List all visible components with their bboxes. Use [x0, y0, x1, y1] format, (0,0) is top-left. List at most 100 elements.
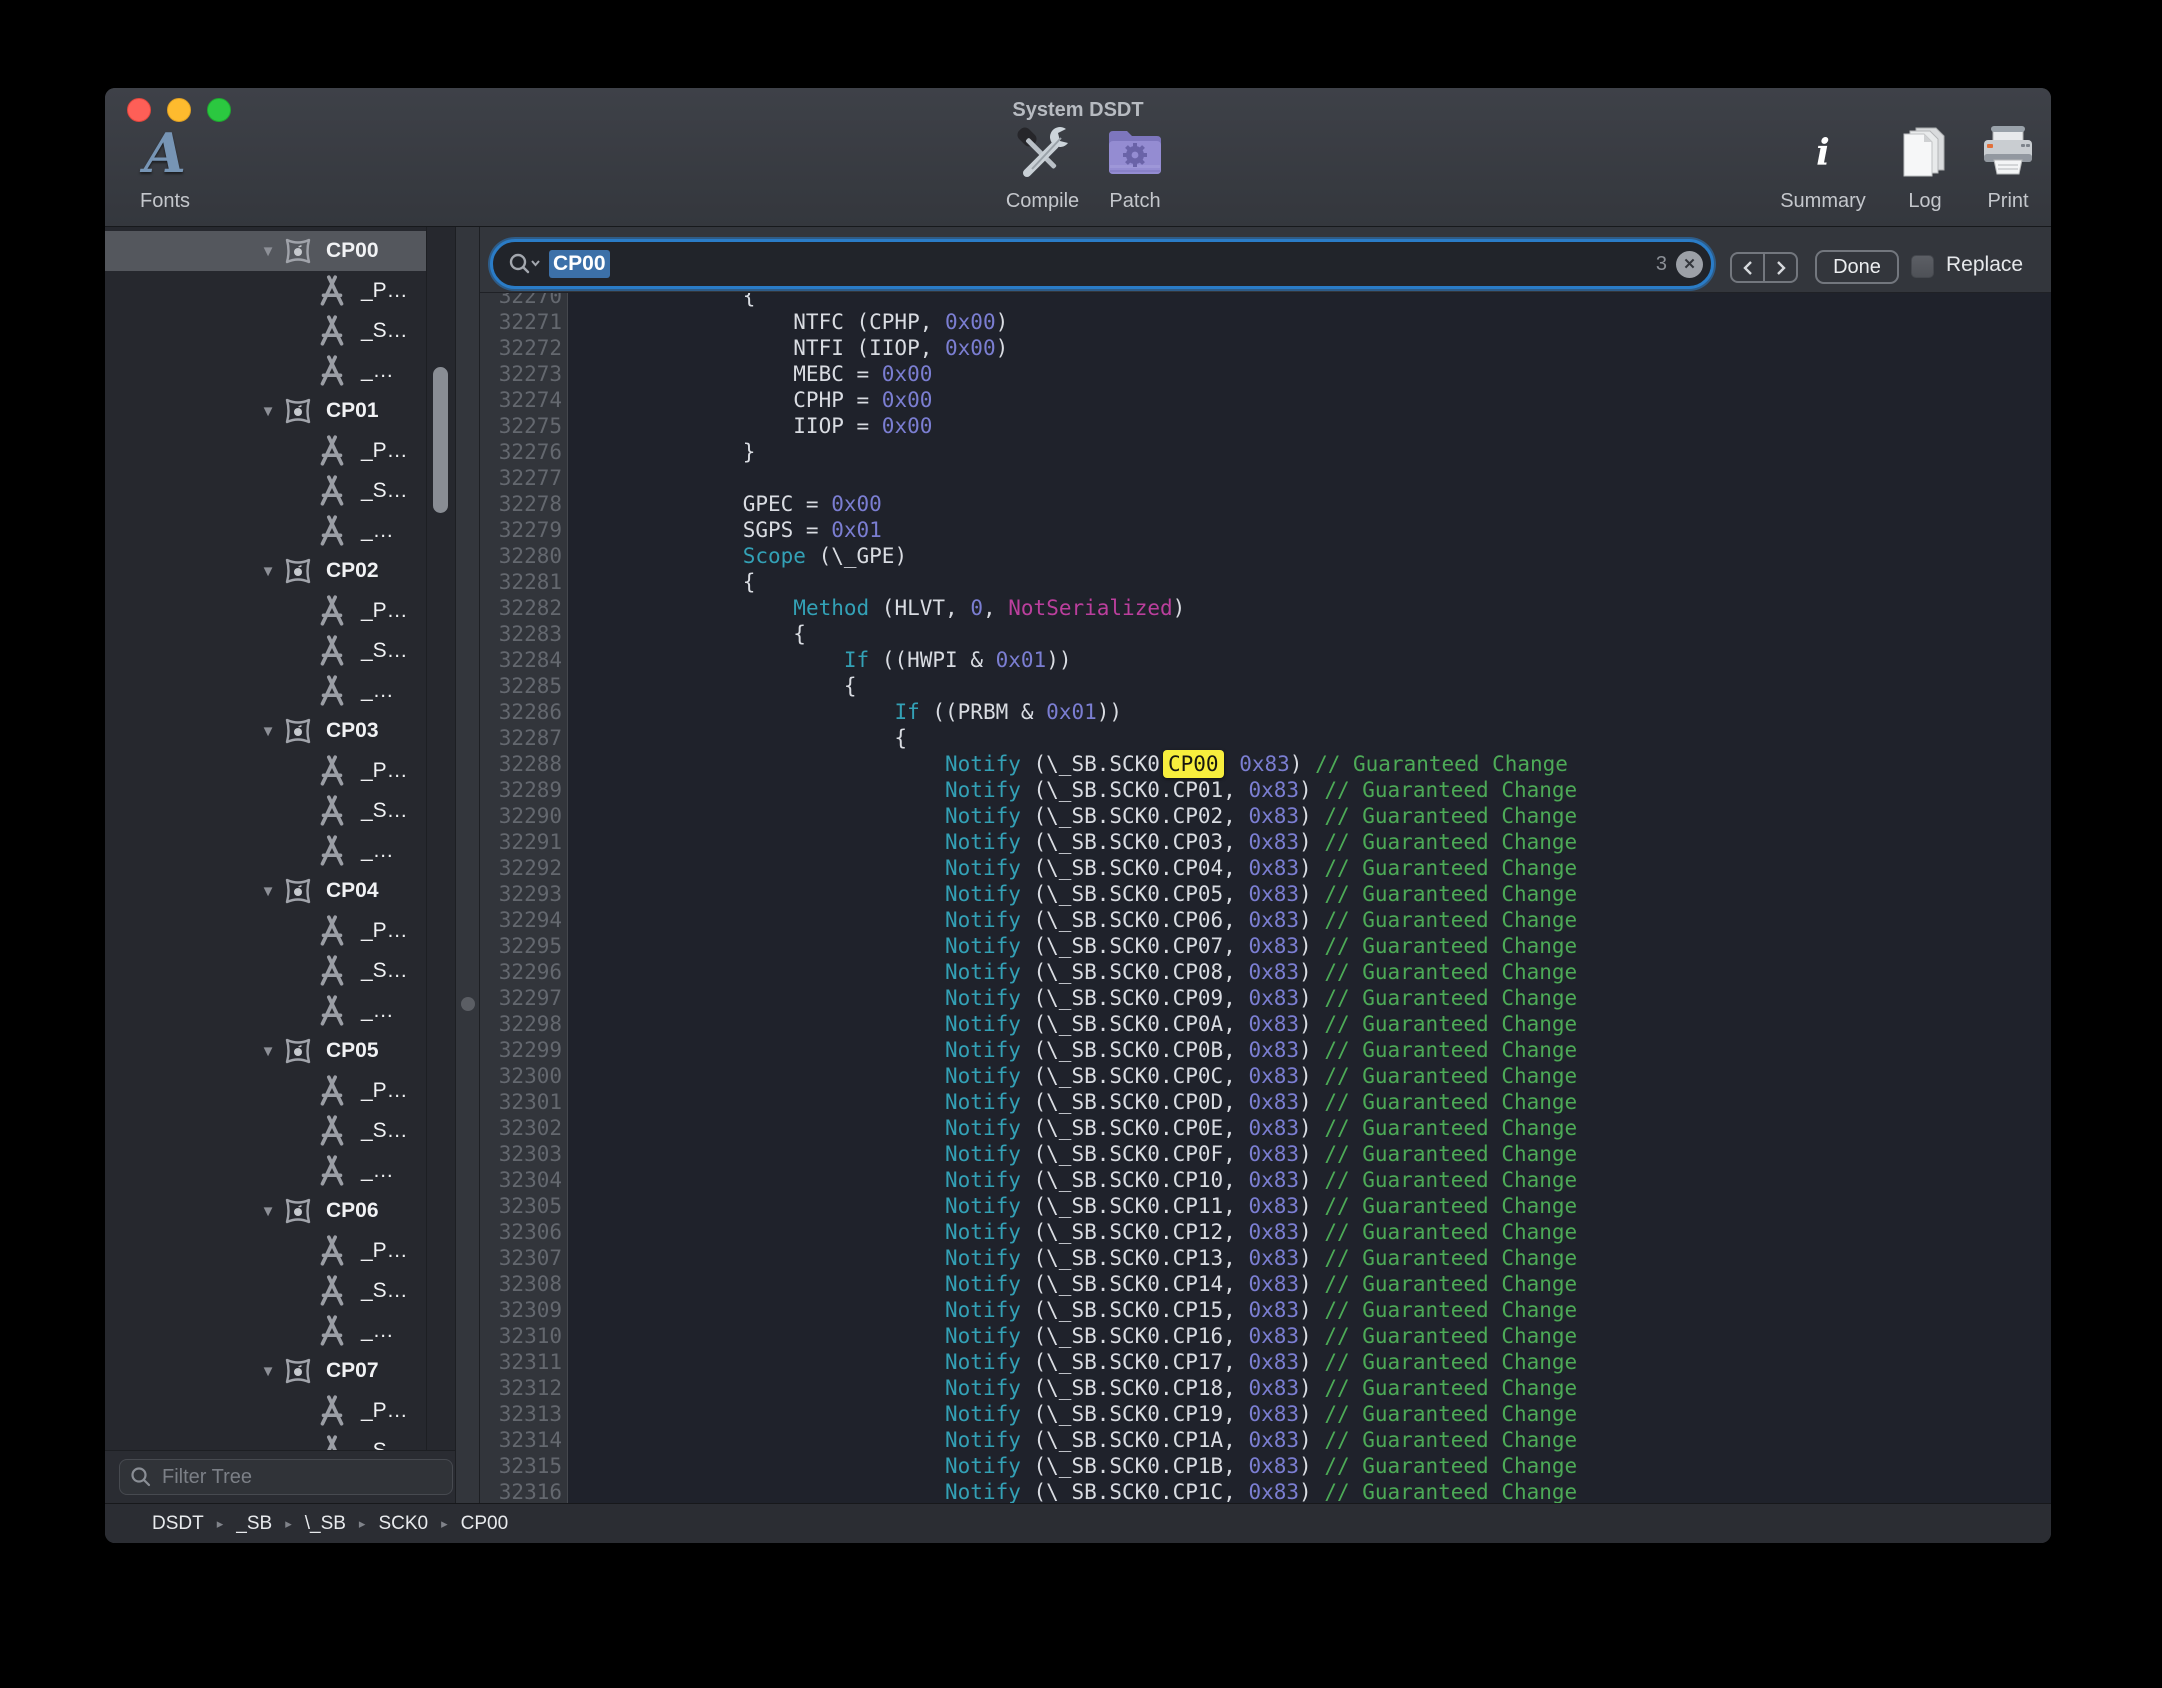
search-icon — [130, 1466, 152, 1488]
tree-row-method[interactable]: _… — [105, 351, 426, 391]
tree-row-method[interactable]: _… — [105, 1311, 426, 1351]
scope-icon — [282, 715, 314, 747]
method-a-icon — [315, 954, 349, 988]
tree-item-label: _S… — [361, 1439, 408, 1450]
method-a-icon — [315, 1114, 349, 1148]
tree-row-scope[interactable]: ▼ CP05 — [105, 1031, 426, 1071]
clear-search-button[interactable]: ✕ — [1676, 251, 1703, 278]
disclosure-triangle-icon[interactable]: ▼ — [260, 1363, 276, 1380]
scope-icon — [282, 395, 314, 427]
sidebar-scrollbar[interactable] — [426, 227, 455, 1450]
tree-row-method[interactable]: _P… — [105, 1231, 426, 1271]
find-input[interactable]: CP00 3 ✕ — [490, 239, 1714, 289]
tree-row-scope[interactable]: ▼ CP06 — [105, 1191, 426, 1231]
tree-item-label: _… — [361, 1319, 394, 1343]
tree-item-label: _S… — [361, 479, 408, 503]
scope-icon — [282, 555, 314, 587]
tree-row-method[interactable]: _P… — [105, 1071, 426, 1111]
replace-checkbox[interactable] — [1911, 255, 1934, 278]
tree-row-method[interactable]: _… — [105, 511, 426, 551]
breadcrumb-item[interactable]: SCK0 — [378, 1513, 428, 1535]
tree-row-method[interactable]: _… — [105, 671, 426, 711]
breadcrumb-item[interactable]: CP00 — [461, 1513, 509, 1535]
sidebar-scrollbar-thumb[interactable] — [433, 367, 448, 513]
disclosure-triangle-icon[interactable]: ▼ — [260, 723, 276, 740]
sidebar-tree: ▼ CP00 _P… _S… _… — [105, 231, 426, 1450]
done-button[interactable]: Done — [1815, 250, 1899, 284]
tree-row-method[interactable]: _P… — [105, 911, 426, 951]
breadcrumb-separator-icon: ▸ — [359, 1516, 366, 1532]
method-a-icon — [315, 274, 349, 308]
method-a-icon — [315, 1434, 349, 1450]
tree-item-label: _P… — [361, 279, 408, 303]
method-a-icon — [315, 434, 349, 468]
tree-row-scope[interactable]: ▼ CP04 — [105, 871, 426, 911]
tree-row-method[interactable]: _S… — [105, 1431, 426, 1450]
method-a-icon — [315, 634, 349, 668]
disclosure-triangle-icon[interactable]: ▼ — [260, 883, 276, 900]
splitter-handle-icon[interactable] — [461, 997, 475, 1011]
search-menu-icon[interactable] — [507, 252, 541, 276]
disclosure-triangle-icon[interactable]: ▼ — [260, 563, 276, 580]
breadcrumb-item[interactable]: DSDT — [152, 1513, 204, 1535]
find-bar: CP00 3 ✕ Done Replace — [480, 227, 2051, 293]
summary-button[interactable]: i Summary — [1773, 122, 1873, 213]
tree-row-method[interactable]: _S… — [105, 951, 426, 991]
tree-item-label: _… — [361, 1159, 394, 1183]
tree-row-scope[interactable]: ▼ CP03 — [105, 711, 426, 751]
breadcrumb: DSDT▸_SB▸\_SB▸SCK0▸CP00 — [105, 1503, 2051, 1543]
tree-item-label: _P… — [361, 759, 408, 783]
tree-item-label: _S… — [361, 639, 408, 663]
code-editor[interactable]: 3227032271322723227332274322753227632277… — [480, 293, 2051, 1503]
tree-row-scope[interactable]: ▼ CP01 — [105, 391, 426, 431]
tree-item-label: _S… — [361, 1119, 408, 1143]
tree-row-method[interactable]: _S… — [105, 471, 426, 511]
fonts-button[interactable]: A Fonts — [130, 122, 200, 213]
editor-pane: CP00 3 ✕ Done Replace 322703227132272322… — [480, 227, 2051, 1503]
disclosure-triangle-icon[interactable]: ▼ — [260, 403, 276, 420]
tree-row-scope[interactable]: ▼ CP07 — [105, 1351, 426, 1391]
method-a-icon — [315, 914, 349, 948]
tree-row-method[interactable]: _S… — [105, 631, 426, 671]
tree-item-label: _P… — [361, 1399, 408, 1423]
next-match-button[interactable] — [1765, 254, 1796, 281]
tree-row-method[interactable]: _P… — [105, 591, 426, 631]
filter-tree-input[interactable]: Filter Tree — [119, 1459, 453, 1495]
method-a-icon — [315, 834, 349, 868]
tree-row-method[interactable]: _S… — [105, 1111, 426, 1151]
method-a-icon — [315, 674, 349, 708]
pane-splitter[interactable] — [455, 227, 480, 1503]
tree-item-label: CP04 — [326, 879, 379, 903]
method-a-icon — [315, 994, 349, 1028]
method-a-icon — [315, 1394, 349, 1428]
tree-item-label: CP01 — [326, 399, 379, 423]
disclosure-triangle-icon[interactable]: ▼ — [260, 243, 276, 260]
disclosure-triangle-icon[interactable]: ▼ — [260, 1043, 276, 1060]
tree-row-method[interactable]: _S… — [105, 311, 426, 351]
compile-button[interactable]: Compile — [995, 122, 1090, 213]
disclosure-triangle-icon[interactable]: ▼ — [260, 1203, 276, 1220]
tree-row-method[interactable]: _P… — [105, 1391, 426, 1431]
tree-row-method[interactable]: _P… — [105, 751, 426, 791]
patch-button[interactable]: Patch — [1090, 122, 1180, 213]
tree-row-scope[interactable]: ▼ CP02 — [105, 551, 426, 591]
tree-row-method[interactable]: _… — [105, 1151, 426, 1191]
tree-item-label: CP07 — [326, 1359, 379, 1383]
previous-match-button[interactable] — [1732, 254, 1765, 281]
method-a-icon — [315, 754, 349, 788]
breadcrumb-item[interactable]: \_SB — [305, 1513, 346, 1535]
method-a-icon — [315, 1074, 349, 1108]
titlebar-toolbar: System DSDT A Fonts Compile — [105, 88, 2051, 227]
print-button[interactable]: Print — [1970, 122, 2046, 213]
filter-area: Filter Tree — [105, 1450, 455, 1503]
tree-row-method[interactable]: _… — [105, 831, 426, 871]
tree-row-method[interactable]: _S… — [105, 791, 426, 831]
breadcrumb-item[interactable]: _SB — [236, 1513, 272, 1535]
tree-row-method[interactable]: _P… — [105, 431, 426, 471]
log-button[interactable]: Log — [1890, 122, 1960, 213]
tree-row-method[interactable]: _… — [105, 991, 426, 1031]
tree-row-scope[interactable]: ▼ CP00 — [105, 231, 426, 271]
tree-row-method[interactable]: _S… — [105, 1271, 426, 1311]
tree-row-method[interactable]: _P… — [105, 271, 426, 311]
replace-label: Replace — [1946, 253, 2023, 277]
